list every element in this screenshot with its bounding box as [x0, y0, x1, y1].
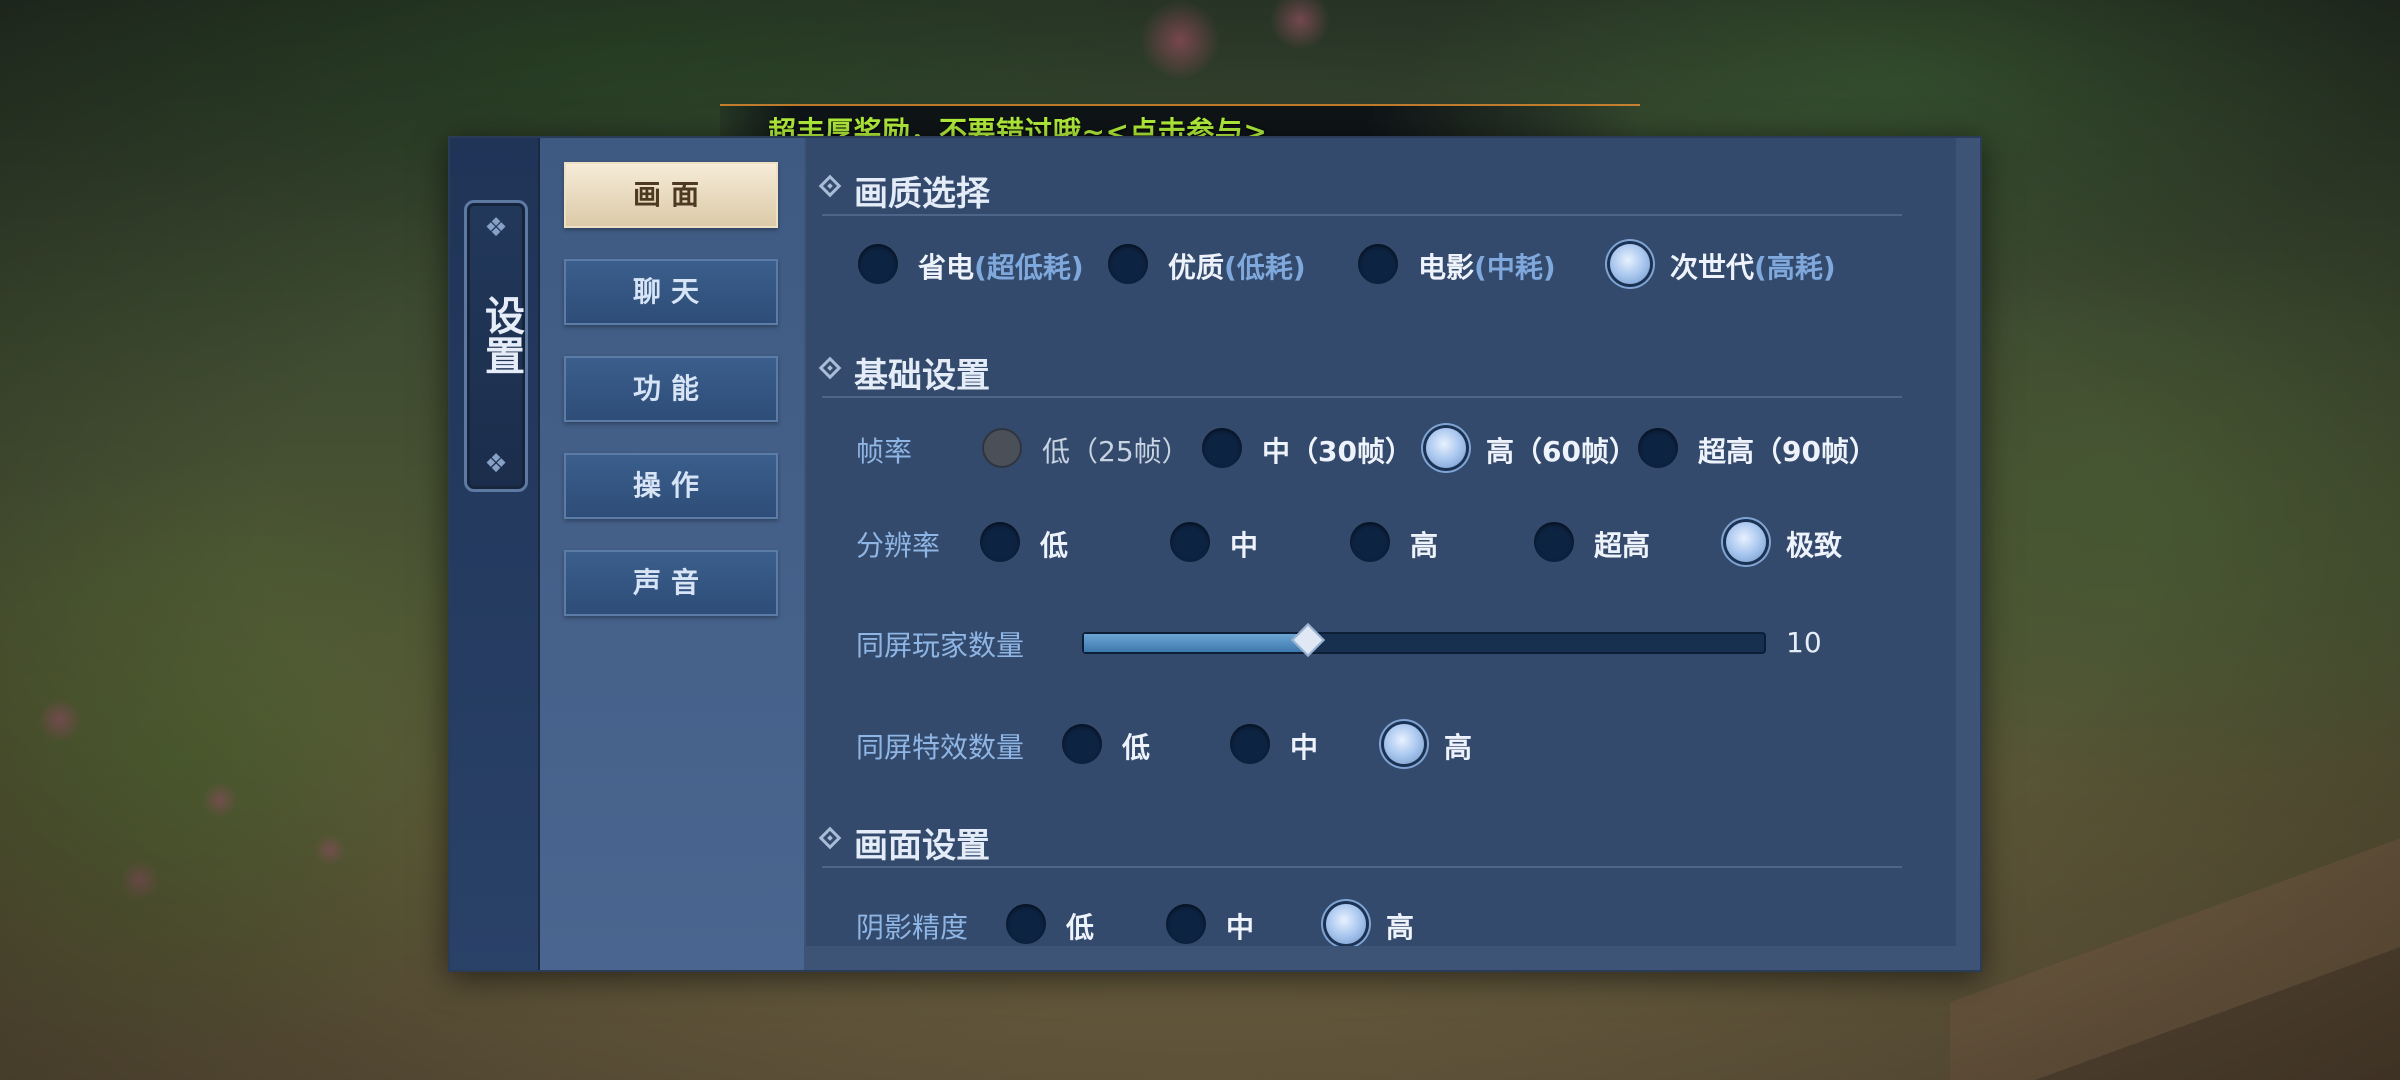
panel-title-plaque: ❖ 设置 ❖: [464, 200, 528, 492]
radio-button[interactable]: [1358, 244, 1398, 284]
players-count-label: 同屏玩家数量: [856, 629, 1025, 662]
ornament-icon: ❖: [484, 449, 508, 479]
players-count-slider[interactable]: [1082, 623, 1766, 657]
radio-button-selected[interactable]: [1426, 428, 1466, 468]
option-label: 中（30帧）: [1262, 435, 1413, 468]
option-label: 低: [1040, 529, 1069, 562]
option-label: 超高: [1594, 529, 1651, 562]
option-sublabel: (中耗): [1474, 251, 1556, 284]
shadow-precision-label: 阴影精度: [856, 911, 969, 944]
radio-button[interactable]: [1062, 724, 1102, 764]
option-sublabel: (低耗): [1224, 251, 1306, 284]
radio-button[interactable]: [1638, 428, 1678, 468]
diamond-icon: [818, 826, 842, 850]
slider-fill: [1084, 634, 1309, 652]
tab-sound[interactable]: 声音: [564, 550, 778, 616]
resolution-label: 分辨率: [856, 529, 941, 562]
ornament-icon: ❖: [484, 213, 508, 243]
option-label: 省电: [918, 251, 975, 284]
tab-controls[interactable]: 操作: [564, 453, 778, 519]
option-label: 低: [1066, 911, 1095, 944]
radio-button[interactable]: [858, 244, 898, 284]
option-label: 低: [1122, 731, 1151, 764]
option-label: 中: [1230, 529, 1259, 562]
radio-button[interactable]: [980, 522, 1020, 562]
players-count-value: 10: [1786, 626, 1822, 659]
option-label: 次世代: [1670, 251, 1755, 284]
option-sublabel: (超低耗): [974, 251, 1084, 284]
option-label: 中: [1226, 911, 1255, 944]
radio-button[interactable]: [1170, 522, 1210, 562]
settings-content[interactable]: 画质选择 省电(超低耗) 优质(低耗) 电影(中耗) 次世代(高耗) 基础设置 …: [806, 138, 1956, 946]
section-title: 画面设置: [854, 826, 990, 866]
radio-button-selected[interactable]: [1610, 244, 1650, 284]
radio-button-selected[interactable]: [1384, 724, 1424, 764]
framerate-label: 帧率: [856, 435, 913, 468]
radio-button[interactable]: [1006, 904, 1046, 944]
radio-button-selected[interactable]: [1326, 904, 1366, 944]
option-label: 极致: [1786, 529, 1843, 562]
section-title: 基础设置: [854, 356, 990, 396]
section-header-basic: 基础设置: [818, 346, 1902, 398]
settings-menu: 画面 聊天 功能 操作 声音: [540, 138, 804, 970]
effects-count-label: 同屏特效数量: [856, 731, 1025, 764]
tab-function[interactable]: 功能: [564, 356, 778, 422]
radio-button[interactable]: [1350, 522, 1390, 562]
radio-button[interactable]: [1534, 522, 1574, 562]
settings-panel: ❖ 设置 ❖ 画面 聊天 功能 操作 声音 画质选择 省电(超低耗) 优质(低耗…: [448, 136, 1982, 972]
option-label: 低（25帧）: [1042, 435, 1190, 468]
option-label: 中: [1290, 731, 1319, 764]
section-title: 画质选择: [854, 174, 990, 214]
option-label: 高（60帧）: [1486, 435, 1637, 468]
radio-button[interactable]: [1202, 428, 1242, 468]
radio-button[interactable]: [1166, 904, 1206, 944]
tab-chat[interactable]: 聊天: [564, 259, 778, 325]
radio-button-selected[interactable]: [1726, 522, 1766, 562]
radio-button[interactable]: [1230, 724, 1270, 764]
option-label: 电影: [1418, 251, 1475, 284]
option-label: 高: [1386, 911, 1415, 944]
panel-title: 设置: [478, 295, 524, 375]
option-label: 优质: [1168, 251, 1225, 284]
diamond-icon: [818, 356, 842, 380]
radio-button[interactable]: [1108, 244, 1148, 284]
radio-button-disabled[interactable]: [982, 428, 1022, 468]
option-label: 高: [1444, 731, 1473, 764]
tab-display[interactable]: 画面: [564, 162, 778, 228]
section-header-display: 画面设置: [818, 816, 1902, 868]
title-column: ❖ 设置 ❖: [450, 138, 540, 970]
option-label: 高: [1410, 529, 1439, 562]
diamond-icon: [818, 174, 842, 198]
section-header-quality: 画质选择: [818, 164, 1902, 216]
option-sublabel: (高耗): [1754, 251, 1836, 284]
option-label: 超高（90帧）: [1698, 435, 1877, 468]
